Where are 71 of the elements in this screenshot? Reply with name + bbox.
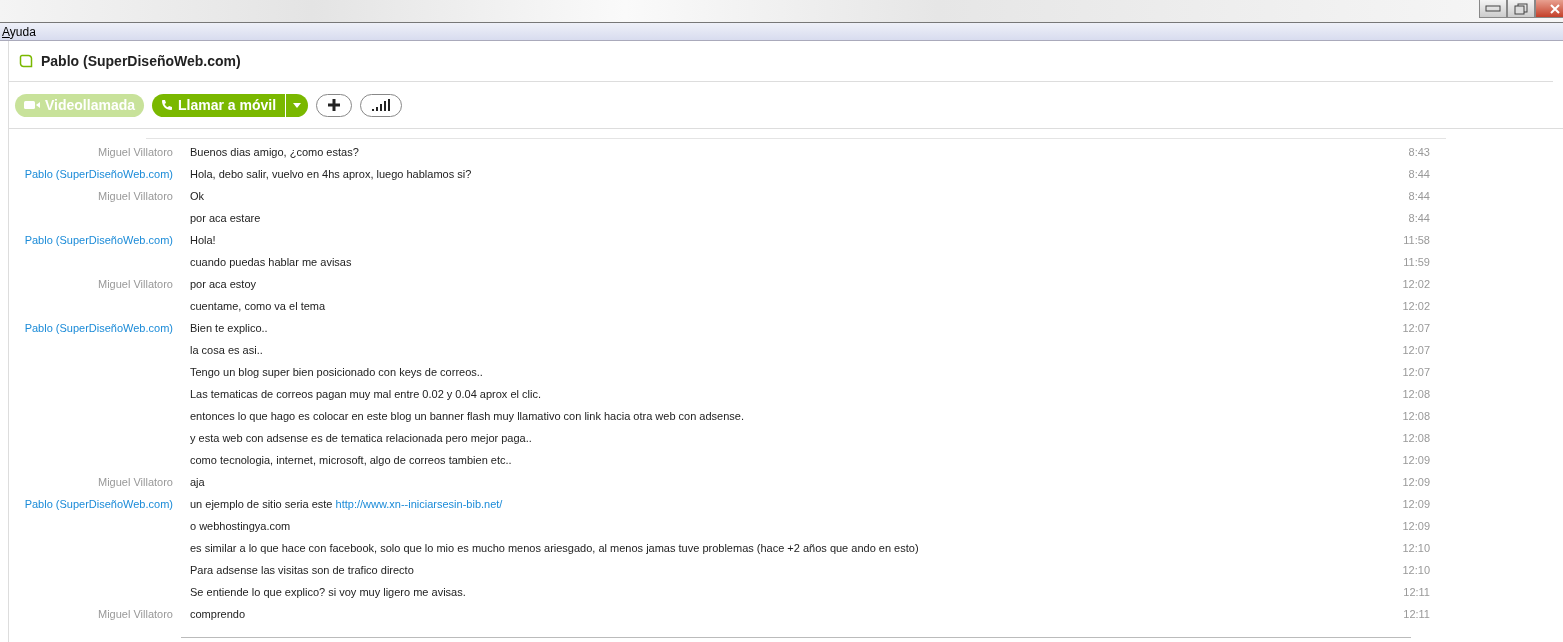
message-text: o webhostingya.com [190,520,291,532]
contact-name: Pablo (SuperDiseñoWeb.com) [41,53,241,69]
message-time: 12:07 [1401,366,1430,378]
message-time: 12:09 [1401,454,1430,466]
message-text: Bien te explico.. [190,322,268,334]
message-time: 12:07 [1401,322,1430,334]
message-text: Hola, debo salir, vuelvo en 4hs aprox, luego hablamos si? [190,168,472,180]
message-text: es similar a lo que hace con facebook, solo que lo mio es mucho menos ariesgado, al menos jamas tuve problemas (hace +2 años que ando en esto) [190,542,919,554]
signal-bars-icon [372,99,391,111]
message-text: por aca estare [190,212,261,224]
message-time: 12:11 [1402,586,1430,598]
message-text: por aca estoy [190,278,257,290]
close-button[interactable] [1535,0,1563,18]
minimize-icon [1485,4,1501,13]
close-icon [1550,3,1560,14]
message-time: 12:09 [1401,476,1430,488]
message-time: 12:08 [1401,388,1430,400]
message-time: 12:02 [1401,278,1430,290]
message-time: 12:09 [1401,520,1430,532]
message-time: 12:11 [1402,608,1430,620]
message-time: 12:08 [1401,410,1430,422]
message-time: 12:10 [1401,564,1430,576]
message-time: 11:58 [1402,234,1430,246]
message-text: cuentame, como va el tema [190,300,326,312]
message-time: 8:44 [1407,190,1430,202]
message-text: entonces lo que hago es colocar en este blog un banner flash muy llamativo con link hacia otra web con adsense. [190,410,744,422]
restore-icon [1514,2,1528,15]
sender-name: Miguel Villatoro [98,146,173,158]
sender-name: Pablo (SuperDiseñoWeb.com) [24,498,173,510]
call-quality-button[interactable] [360,93,403,117]
message-text: Se entiende lo que explico? si voy muy ligero me avisas. [190,586,466,598]
message-text: Las tematicas de correos pagan muy mal entre 0.02 y 0.04 aprox el clic. [190,388,541,400]
maximize-button[interactable] [1507,0,1535,18]
minimize-button[interactable] [1479,0,1507,18]
message-text: Ok [190,190,205,202]
message-text: cuando puedas hablar me avisas [190,256,352,268]
message-text: la cosa es asi.. [190,344,263,356]
message-text: Hola! [190,234,216,246]
sender-name: Miguel Villatoro [98,278,173,290]
menu-item[interactable]: Ayuda [2,24,36,39]
message-text: Tengo un blog super bien posicionado con keys de correos.. [190,366,483,378]
sender-name: Pablo (SuperDiseñoWeb.com) [24,322,173,334]
message-time: 12:02 [1401,300,1430,312]
sender-name: Miguel Villatoro [98,476,173,488]
message-time: 8:44 [1407,212,1430,224]
message-text: comprendo [190,608,246,620]
call-mobile-button[interactable]: Llamar a móvil [152,93,286,117]
status-icon [19,54,33,68]
message-time: 11:59 [1402,256,1430,268]
plus-icon [327,98,342,112]
message-time: 12:07 [1401,344,1430,356]
sender-name: Miguel Villatoro [98,190,173,202]
message-text: y esta web con adsense es de tematica relacionada pero mejor paga.. [190,432,532,444]
message-time: 12:10 [1401,542,1430,554]
sender-name: Pablo (SuperDiseñoWeb.com) [24,168,173,180]
message-time: 8:43 [1407,146,1430,158]
message-text: Para adsense las visitas son de trafico directo [190,564,414,576]
message-text: aja [190,476,205,488]
message-text: un ejemplo de sitio seria este http://www.xn--iniciarsesin-bib.net/ [190,498,503,510]
sender-name: Miguel Villatoro [98,608,173,620]
message-time: 8:44 [1407,168,1430,180]
message-link[interactable]: http://www.xn--iniciarsesin-bib.net/ [335,498,503,510]
caret-icon [293,102,302,108]
phone-icon [161,99,173,111]
add-button[interactable] [316,93,353,117]
message-text: Buenos dias amigo, ¿como estas? [190,146,359,158]
message-text: como tecnologia, internet, microsoft, algo de correos tambien etc.. [190,454,512,466]
sender-name: Pablo (SuperDiseñoWeb.com) [24,234,173,246]
message-time: 12:08 [1401,432,1430,444]
message-time: 12:09 [1401,498,1430,510]
camera-icon [24,100,40,110]
